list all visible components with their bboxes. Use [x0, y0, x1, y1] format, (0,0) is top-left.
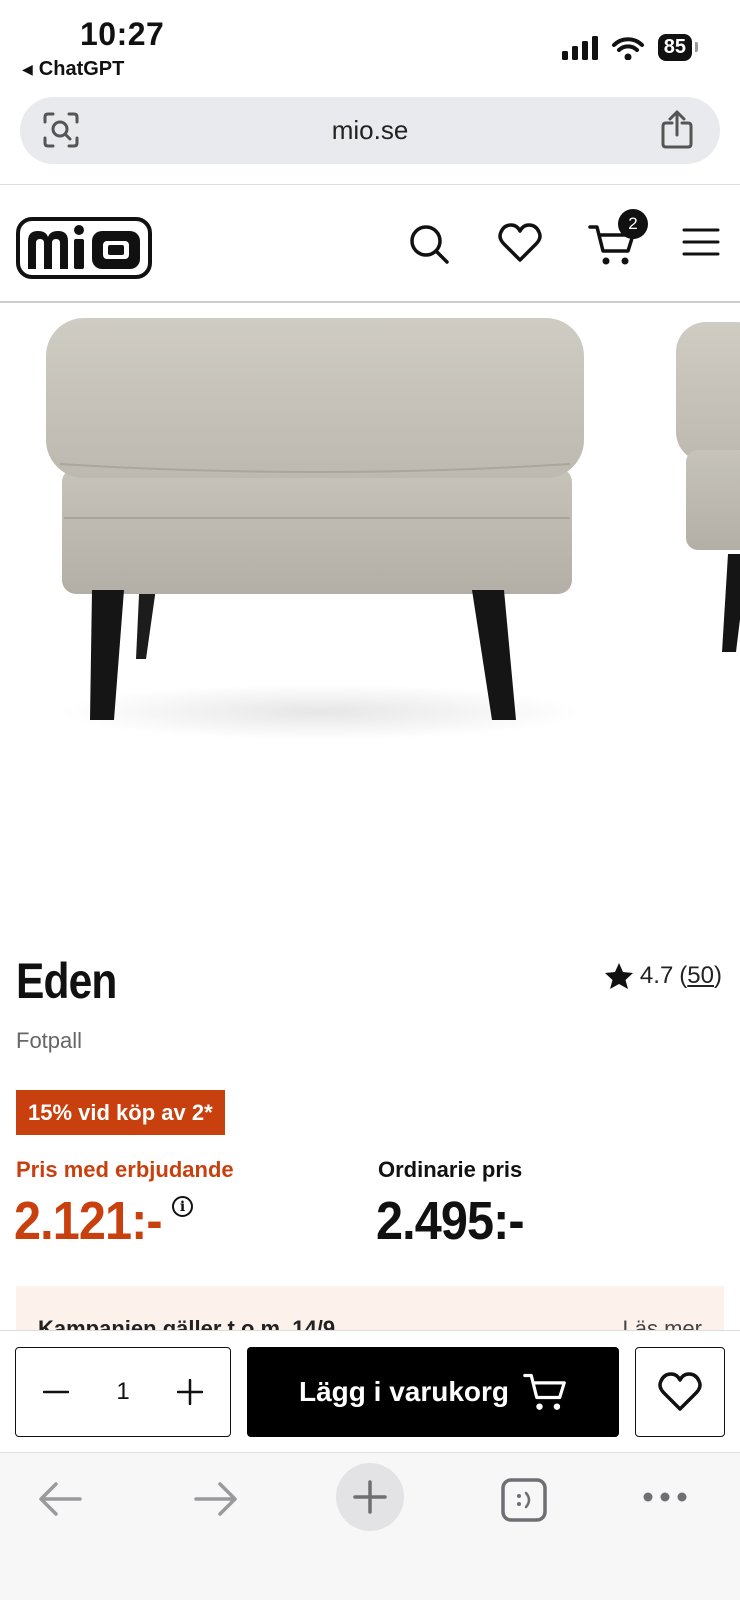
back-arrow-icon[interactable]: [38, 1481, 82, 1517]
signal-icon: [561, 35, 598, 60]
offer-price-label: Pris med erbjudande: [16, 1157, 234, 1182]
visual-search-icon[interactable]: [42, 111, 80, 149]
promo-badge: 15% vid köp av 2*: [16, 1090, 225, 1135]
share-icon[interactable]: [660, 109, 694, 149]
add-to-wishlist-button[interactable]: [635, 1347, 725, 1437]
back-triangle-icon: ◀: [22, 61, 33, 77]
product-rating[interactable]: 4.7 (50): [604, 962, 722, 990]
tabs-icon[interactable]: [500, 1477, 548, 1523]
star-icon: [604, 963, 633, 989]
more-icon[interactable]: [642, 1491, 688, 1503]
status-time: 10:27: [80, 16, 165, 52]
product-subtitle: Fotpall: [16, 1028, 83, 1053]
heart-icon: [658, 1372, 702, 1411]
cart-icon: [523, 1373, 566, 1410]
battery-level: 85: [663, 36, 686, 58]
back-to-app-link[interactable]: ◀ ChatGPT: [22, 58, 124, 81]
campaign-text: Kampanjen gäller t.o.m. 14/9: [38, 1316, 336, 1330]
wifi-icon: [611, 36, 644, 60]
mio-logo[interactable]: mio: [16, 217, 152, 279]
campaign-banner: Kampanjen gäller t.o.m. 14/9 Läs mer: [16, 1286, 724, 1330]
regular-price: 2.495:-: [376, 1191, 525, 1251]
cart-count-badge: 2: [618, 209, 648, 239]
product-image: [46, 318, 740, 740]
menu-icon[interactable]: [682, 227, 720, 257]
address-bar[interactable]: mio.se: [20, 97, 720, 164]
site-header: mio 2: [0, 185, 740, 303]
new-tab-button[interactable]: [336, 1463, 404, 1531]
regular-price-label: Ordinarie pris: [378, 1157, 523, 1182]
forward-arrow-icon[interactable]: [194, 1481, 238, 1517]
decrease-quantity-button[interactable]: [40, 1376, 72, 1408]
search-icon[interactable]: [408, 223, 450, 265]
minus-icon: [43, 1390, 69, 1394]
back-app-label: ChatGPT: [38, 58, 125, 80]
browser-toolbar: [0, 1452, 740, 1600]
add-to-cart-bar: 1 Lägg i varukorg: [0, 1330, 740, 1452]
battery-icon: 85: [657, 34, 699, 61]
add-to-cart-label: Lägg i varukorg: [298, 1376, 510, 1407]
review-count[interactable]: 50: [687, 962, 714, 989]
quantity-stepper: 1: [15, 1347, 231, 1437]
product-title: Eden: [16, 953, 117, 1009]
info-icon[interactable]: i: [172, 1196, 193, 1217]
review-count-link[interactable]: (50): [679, 962, 722, 990]
system-icons: 85: [561, 34, 699, 61]
quantity-value[interactable]: 1: [116, 1378, 129, 1406]
status-bar: 10:27 ◀ ChatGPT 85: [0, 0, 740, 92]
rating-value: 4.7: [639, 962, 674, 989]
plus-icon: [353, 1480, 387, 1514]
product-image-gallery[interactable]: [0, 304, 740, 904]
campaign-read-more-link[interactable]: Läs mer: [623, 1316, 702, 1330]
logo-text: mio: [16, 217, 18, 218]
increase-quantity-button[interactable]: [174, 1376, 206, 1408]
url-text: mio.se: [331, 115, 409, 145]
offer-price: 2.121:-: [14, 1191, 163, 1251]
heart-icon[interactable]: [498, 223, 542, 263]
plus-icon: [176, 1379, 203, 1405]
add-to-cart-button[interactable]: Lägg i varukorg: [247, 1347, 619, 1437]
